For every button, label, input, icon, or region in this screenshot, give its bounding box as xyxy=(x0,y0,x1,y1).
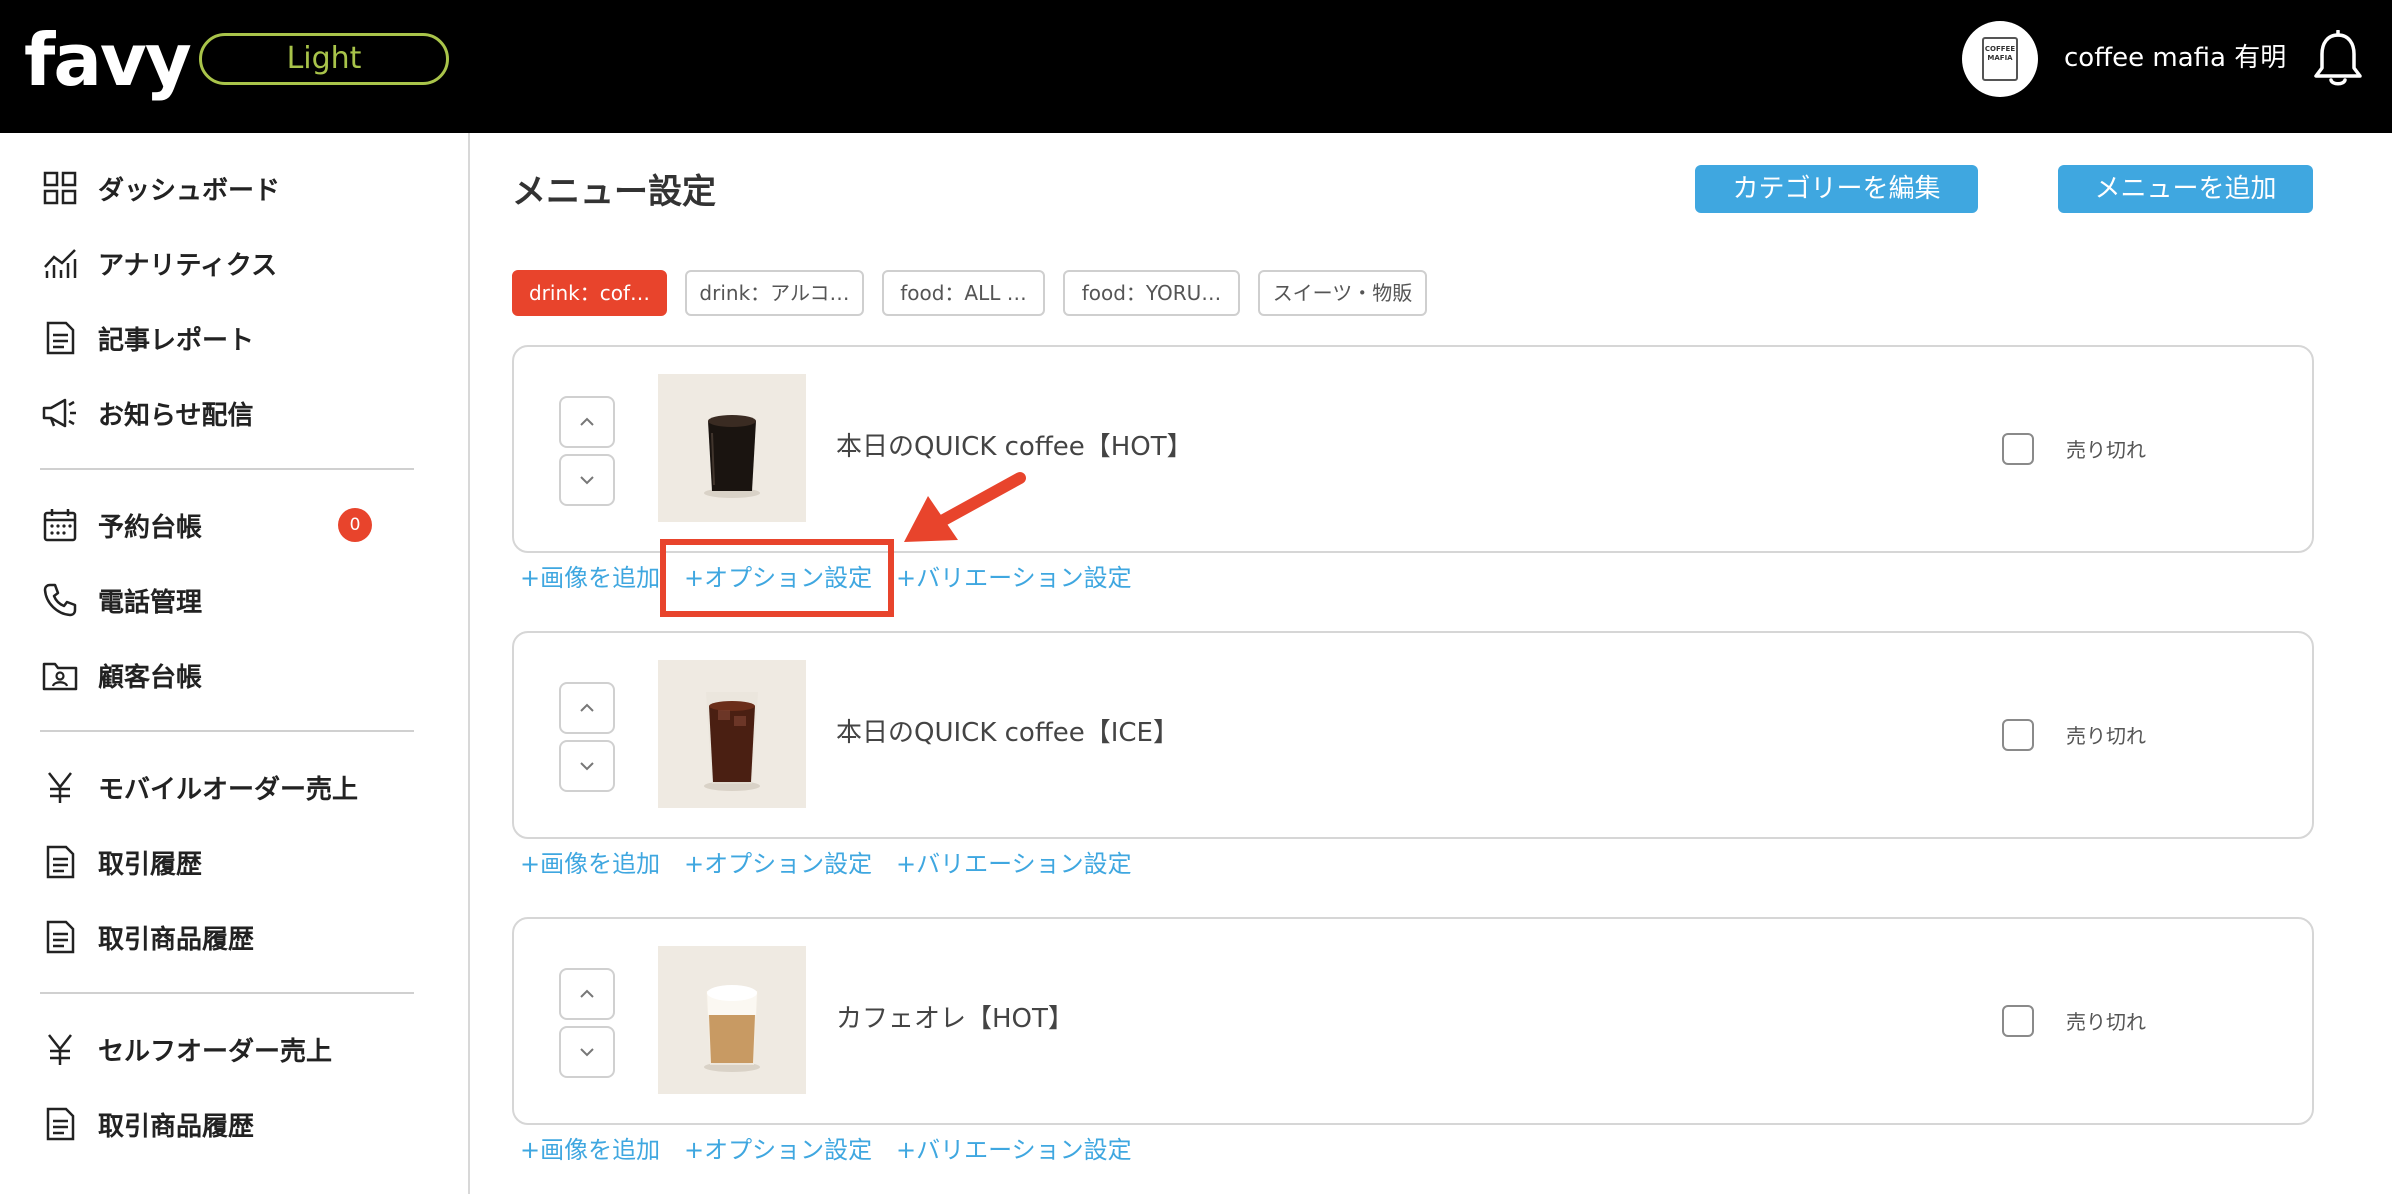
document-icon xyxy=(40,318,80,358)
sidebar-item-label: 取引履歴 xyxy=(98,849,203,880)
menu-item-name: 本日のQUICK coffee【HOT】 xyxy=(836,432,1193,462)
add-image-link[interactable]: +画像を追加 xyxy=(520,558,660,598)
sidebar-item-article-report[interactable]: 記事レポート xyxy=(40,308,440,368)
page-title: メニュー設定 xyxy=(512,172,716,212)
move-up-button[interactable] xyxy=(559,968,615,1020)
menu-item-card: 本日のQUICK coffee【HOT】 売り切れ xyxy=(512,345,2314,553)
soldout-label: 売り切れ xyxy=(2066,724,2146,748)
shop-avatar-logo: COFFEE MAFIA xyxy=(1982,37,2018,81)
edit-category-button[interactable]: カテゴリーを編集 xyxy=(1695,165,1978,213)
variation-settings-link[interactable]: +バリエーション設定 xyxy=(896,1130,1132,1170)
hot-coffee-cup-image xyxy=(704,415,760,498)
sidebar-item-self-order-sales[interactable]: セルフオーダー売上 xyxy=(40,1019,440,1079)
soldout-label: 売り切れ xyxy=(2066,1010,2146,1034)
sidebar-item-reservation[interactable]: 予約台帳 xyxy=(40,495,440,555)
top-header: favy Light COFFEE MAFIA coffee mafia 有明 xyxy=(0,0,2392,133)
sidebar-item-label: ダッシュボード xyxy=(98,175,281,206)
document-icon xyxy=(40,1104,80,1144)
sidebar-item-label: アナリティクス xyxy=(98,250,278,281)
chevron-down-icon xyxy=(580,762,594,771)
add-menu-button[interactable]: メニューを追加 xyxy=(2058,165,2313,213)
dashboard-grid-icon xyxy=(40,168,80,208)
sidebar-item-phone[interactable]: 電話管理 xyxy=(40,570,440,630)
chevron-up-icon xyxy=(580,989,594,998)
move-up-button[interactable] xyxy=(559,682,615,734)
sidebar-item-label: セルフオーダー売上 xyxy=(98,1036,333,1067)
soldout-label: 売り切れ xyxy=(2066,438,2146,462)
phone-icon xyxy=(40,580,80,620)
move-up-button[interactable] xyxy=(559,396,615,448)
sidebar-item-label: 予約台帳 xyxy=(98,512,203,543)
megaphone-icon xyxy=(40,393,80,433)
document-icon xyxy=(40,842,80,882)
category-tab-drink-coffee[interactable]: drink：cof… xyxy=(512,270,667,316)
sidebar-item-notification[interactable]: お知らせ配信 xyxy=(40,383,440,443)
menu-item-name: カフェオレ【HOT】 xyxy=(836,1004,1074,1034)
variation-settings-link[interactable]: +バリエーション設定 xyxy=(896,844,1132,884)
customer-folder-icon xyxy=(40,655,80,695)
menu-item-image[interactable] xyxy=(658,946,806,1094)
category-tab-food-yoru[interactable]: food：YORU… xyxy=(1063,270,1240,316)
move-down-button[interactable] xyxy=(559,454,615,506)
shop-avatar[interactable]: COFFEE MAFIA xyxy=(1962,21,2038,97)
shop-name[interactable]: coffee mafia 有明 xyxy=(2064,36,2286,80)
bell-icon[interactable] xyxy=(2312,30,2364,88)
sidebar-item-customer[interactable]: 顧客台帳 xyxy=(40,645,440,705)
document-icon xyxy=(40,917,80,957)
sidebar-item-analytics[interactable]: アナリティクス xyxy=(40,233,440,293)
sidebar-item-label: 記事レポート xyxy=(98,325,255,356)
soldout-checkbox[interactable] xyxy=(2002,719,2034,751)
sidebar-item-label: 取引商品履歴 xyxy=(98,924,255,955)
chevron-up-icon xyxy=(580,703,594,712)
sidebar-item-mobile-order-sales[interactable]: モバイルオーダー売上 xyxy=(40,757,440,817)
menu-item-image[interactable] xyxy=(658,660,806,808)
option-settings-highlight xyxy=(660,539,894,617)
sidebar-item-self-order-product-history[interactable]: 取引商品履歴 xyxy=(40,1094,440,1154)
sidebar-item-label: 顧客台帳 xyxy=(98,662,203,693)
sidebar: ダッシュボード アナリティクス 記事レポート お知らせ配信 予約台帳 0 電話管… xyxy=(0,133,470,1194)
sidebar-divider xyxy=(40,730,414,732)
yen-icon xyxy=(40,1029,80,1069)
move-down-button[interactable] xyxy=(559,740,615,792)
category-tab-sweets-goods[interactable]: スイーツ・物販 xyxy=(1258,270,1427,316)
cafe-au-lait-cup-image xyxy=(704,985,760,1072)
favy-logo[interactable]: favy xyxy=(24,20,192,100)
reservation-count-badge: 0 xyxy=(338,508,372,542)
plan-badge: Light xyxy=(199,33,449,85)
option-settings-link[interactable]: +オプション設定 xyxy=(684,844,872,884)
soldout-checkbox[interactable] xyxy=(2002,433,2034,465)
sidebar-item-dashboard[interactable]: ダッシュボード xyxy=(40,158,440,218)
move-down-button[interactable] xyxy=(559,1026,615,1078)
add-image-link[interactable]: +画像を追加 xyxy=(520,844,660,884)
category-tab-food-all[interactable]: food：ALL … xyxy=(882,270,1045,316)
sidebar-item-transaction-product-history[interactable]: 取引商品履歴 xyxy=(40,907,440,967)
menu-item-card: カフェオレ【HOT】 売り切れ xyxy=(512,917,2314,1125)
chevron-down-icon xyxy=(580,476,594,485)
analytics-chart-icon xyxy=(40,243,80,283)
soldout-checkbox[interactable] xyxy=(2002,1005,2034,1037)
sidebar-item-transaction-history[interactable]: 取引履歴 xyxy=(40,832,440,892)
add-image-link[interactable]: +画像を追加 xyxy=(520,1130,660,1170)
iced-coffee-cup-image xyxy=(704,692,760,791)
menu-item-name: 本日のQUICK coffee【ICE】 xyxy=(836,718,1179,748)
yen-icon xyxy=(40,767,80,807)
variation-settings-link[interactable]: +バリエーション設定 xyxy=(896,558,1132,598)
menu-item-image[interactable] xyxy=(658,374,806,522)
chevron-up-icon xyxy=(580,417,594,426)
red-arrow-icon xyxy=(904,472,1026,542)
option-settings-link[interactable]: +オプション設定 xyxy=(684,1130,872,1170)
sidebar-divider xyxy=(40,468,414,470)
chevron-down-icon xyxy=(580,1048,594,1057)
category-tab-drink-alcohol[interactable]: drink：アルコ… xyxy=(685,270,864,316)
calendar-icon xyxy=(40,505,80,545)
sidebar-item-label: 電話管理 xyxy=(98,587,203,618)
sidebar-item-label: モバイルオーダー売上 xyxy=(98,774,359,805)
sidebar-item-label: お知らせ配信 xyxy=(98,400,254,431)
sidebar-divider xyxy=(40,992,414,994)
sidebar-item-label: 取引商品履歴 xyxy=(98,1111,255,1142)
menu-item-card: 本日のQUICK coffee【ICE】 売り切れ xyxy=(512,631,2314,839)
